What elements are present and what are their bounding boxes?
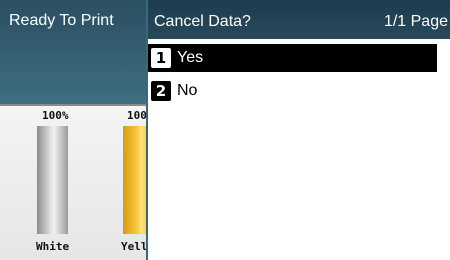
option-yes[interactable]: 1 Yes	[148, 44, 437, 72]
gauge-fill-yellow	[123, 126, 146, 234]
dialog-header: Cancel Data? 1/1 Page	[148, 0, 450, 39]
page-indicator: 1/1 Page	[383, 13, 448, 30]
option-number-badge: 1	[151, 48, 171, 68]
gauge-name-yellow: Yellow	[121, 240, 146, 253]
option-no[interactable]: 2 No	[148, 77, 437, 105]
status-title: Ready To Print	[9, 12, 114, 29]
option-label-no: No	[177, 82, 198, 99]
option-label-yes: Yes	[177, 49, 204, 66]
gauge-bar-white	[37, 126, 68, 234]
gauge-percent-white: 100%	[42, 109, 69, 122]
gauge-fill-white	[37, 126, 68, 234]
dialog-title: Cancel Data?	[154, 13, 251, 30]
gauge-percent-yellow: 100%	[127, 109, 146, 122]
gauge-name-white: White	[36, 240, 70, 253]
cancel-data-dialog: Cancel Data? 1/1 Page 1 Yes 2 No	[146, 0, 450, 260]
gauge-bar-yellow	[123, 126, 146, 234]
status-panel: Ready To Print 100% White 100% Yellow	[0, 0, 146, 260]
option-number-badge: 2	[151, 81, 171, 101]
status-header: Ready To Print	[0, 0, 146, 104]
